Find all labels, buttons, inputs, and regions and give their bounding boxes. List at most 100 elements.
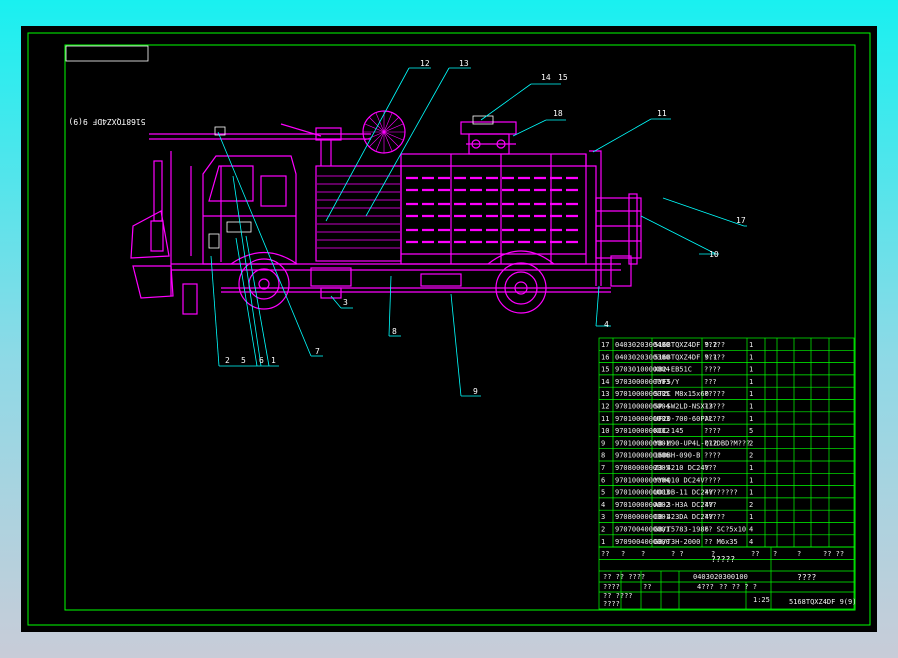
table-cell: 10 [601,427,609,435]
table-cell: 17 [601,341,609,349]
callout-1: 1 [271,356,276,365]
callout-6: 6 [259,356,264,365]
table-cell: TYF5/Y [654,378,680,386]
table-cell: YYHQ10 DC24V [654,476,705,484]
table-cell: 2 [749,439,753,447]
table-cell: ???DBD?M??? [704,439,750,447]
scale: 1:25 [753,596,770,604]
code-box: 5168TQXZ4DF 9(9) [65,45,149,126]
table-cell: ???? [704,452,721,460]
callout-15: 15 [558,73,568,82]
table-cell: 1 [749,415,753,423]
sweeper-truck-drawing [130,110,642,315]
table-cell: 4 [601,501,605,509]
tb-qty: ?? [643,583,651,591]
table-footer-cell: ?? [601,550,609,558]
table-cell: 4 [749,538,753,546]
code-box-text: 5168TQXZ4DF 9(9) [68,117,145,126]
callout-13: 13 [459,59,469,68]
tb-label-3: ???? [603,600,620,608]
table-cell: Z3-4210 DC24V [654,464,710,472]
callout-8: 8 [392,327,397,336]
tb-label-1: ???? [603,583,620,591]
table-cell: ????? [704,341,725,349]
table-cell: 14 [601,378,609,386]
table-footer-cell: ? [621,550,625,558]
model-code: 5168TQXZ4DF 9(9) [789,598,856,606]
table-cell: 1 [749,464,753,472]
table-cell: ?? M6x35 [704,538,738,546]
table-cell: 2 [749,452,753,460]
table-cell: 9 [601,439,605,447]
callout-2: 2 [225,356,230,365]
callout-14: 14 [541,73,551,82]
table-cell: 4 [749,526,753,534]
table-footer-cell: ? [641,550,645,558]
callout-11: 11 [657,109,667,118]
table-cell: GB/T3H-2000 [654,538,700,546]
table-footer-cell: ? [711,550,715,558]
remark-1: 4??? [697,583,714,591]
table-cell: ????? [704,403,725,411]
table-cell: 1 [749,476,753,484]
table-cell: ????? [704,353,725,361]
callout-4: 4 [604,320,609,329]
table-cell: ????? [704,415,725,423]
table-cell: 1 [749,341,753,349]
table-cell: 7 [601,464,605,472]
table-footer-cell: ?? [751,550,759,558]
table-cell: 11 [601,415,609,423]
callout-18: 18 [553,109,563,118]
remark-2: ?? ?? ? ? [719,583,757,591]
table-cell: ???? [704,476,721,484]
table-cell: ST2C M8x15x60 [654,390,709,398]
table-cell: KCC-145 [654,427,684,435]
drawing-title: ???? [797,573,816,582]
callout-5: 5 [241,356,246,365]
table-cell: 12 [601,403,609,411]
table-footer-cell: ? [797,550,801,558]
table-cell: ????? [704,390,725,398]
table-footer-cell: ? [773,550,777,558]
callout-17: 17 [736,216,746,225]
table-cell: 1 [749,353,753,361]
table-cell: 1 [749,489,753,497]
table-cell: ??? [704,501,717,509]
callout-7: 7 [315,347,320,356]
table-cell: 3 [601,513,605,521]
table-cell: ???? [704,366,721,374]
table-cell: GB/T5783-1986 [654,526,709,534]
tb-label-0: ?? ?? ???? [603,573,645,581]
table-cell: 2 [749,501,753,509]
table-cell: 1 [749,403,753,411]
callout-12: 12 [420,59,430,68]
table-cell: ??? [704,464,717,472]
table-cell: 5 [601,489,605,497]
table-footer-cell: ?? ?? [823,550,844,558]
callout-10: 10 [709,250,719,259]
table-footer-cell: ? ? [671,550,684,558]
table-cell: 160BH-090-B [654,452,700,460]
table-cell: 2 [601,526,605,534]
table-cell: 1 [749,390,753,398]
table-cell: 16 [601,353,609,361]
table-cell: 1 [749,513,753,521]
table-cell: 1 [601,538,605,546]
table-cell: XB2-EB51C [654,366,692,374]
table-cell: 5 [749,427,753,435]
table-cell: 1 [749,366,753,374]
parts-table-text: 17 04030203004005168TQXZ4DF 9.2????? 116 04… [601,341,844,558]
table-cell: 6 [601,476,605,484]
drawing-number: 0403020300100 [693,573,748,581]
callout-9: 9 [473,387,478,396]
table-cell: ????? [704,513,725,521]
cad-drawing-sheet: 5168TQXZ4DF 9(9) 12 13 14 15 18 11 17 10… [21,26,877,632]
outer-frame [27,32,871,626]
table-cell: ???????? [704,489,738,497]
table-cell: ?? SC?5x10 [704,526,746,534]
table-cell: ??? [704,378,717,386]
tb-label-2: ?? ???? [603,592,633,600]
table-cell: ???? [704,427,721,435]
cad-drawing: 5168TQXZ4DF 9(9) 12 13 14 15 18 11 17 10… [27,32,871,626]
callout-3: 3 [343,298,348,307]
